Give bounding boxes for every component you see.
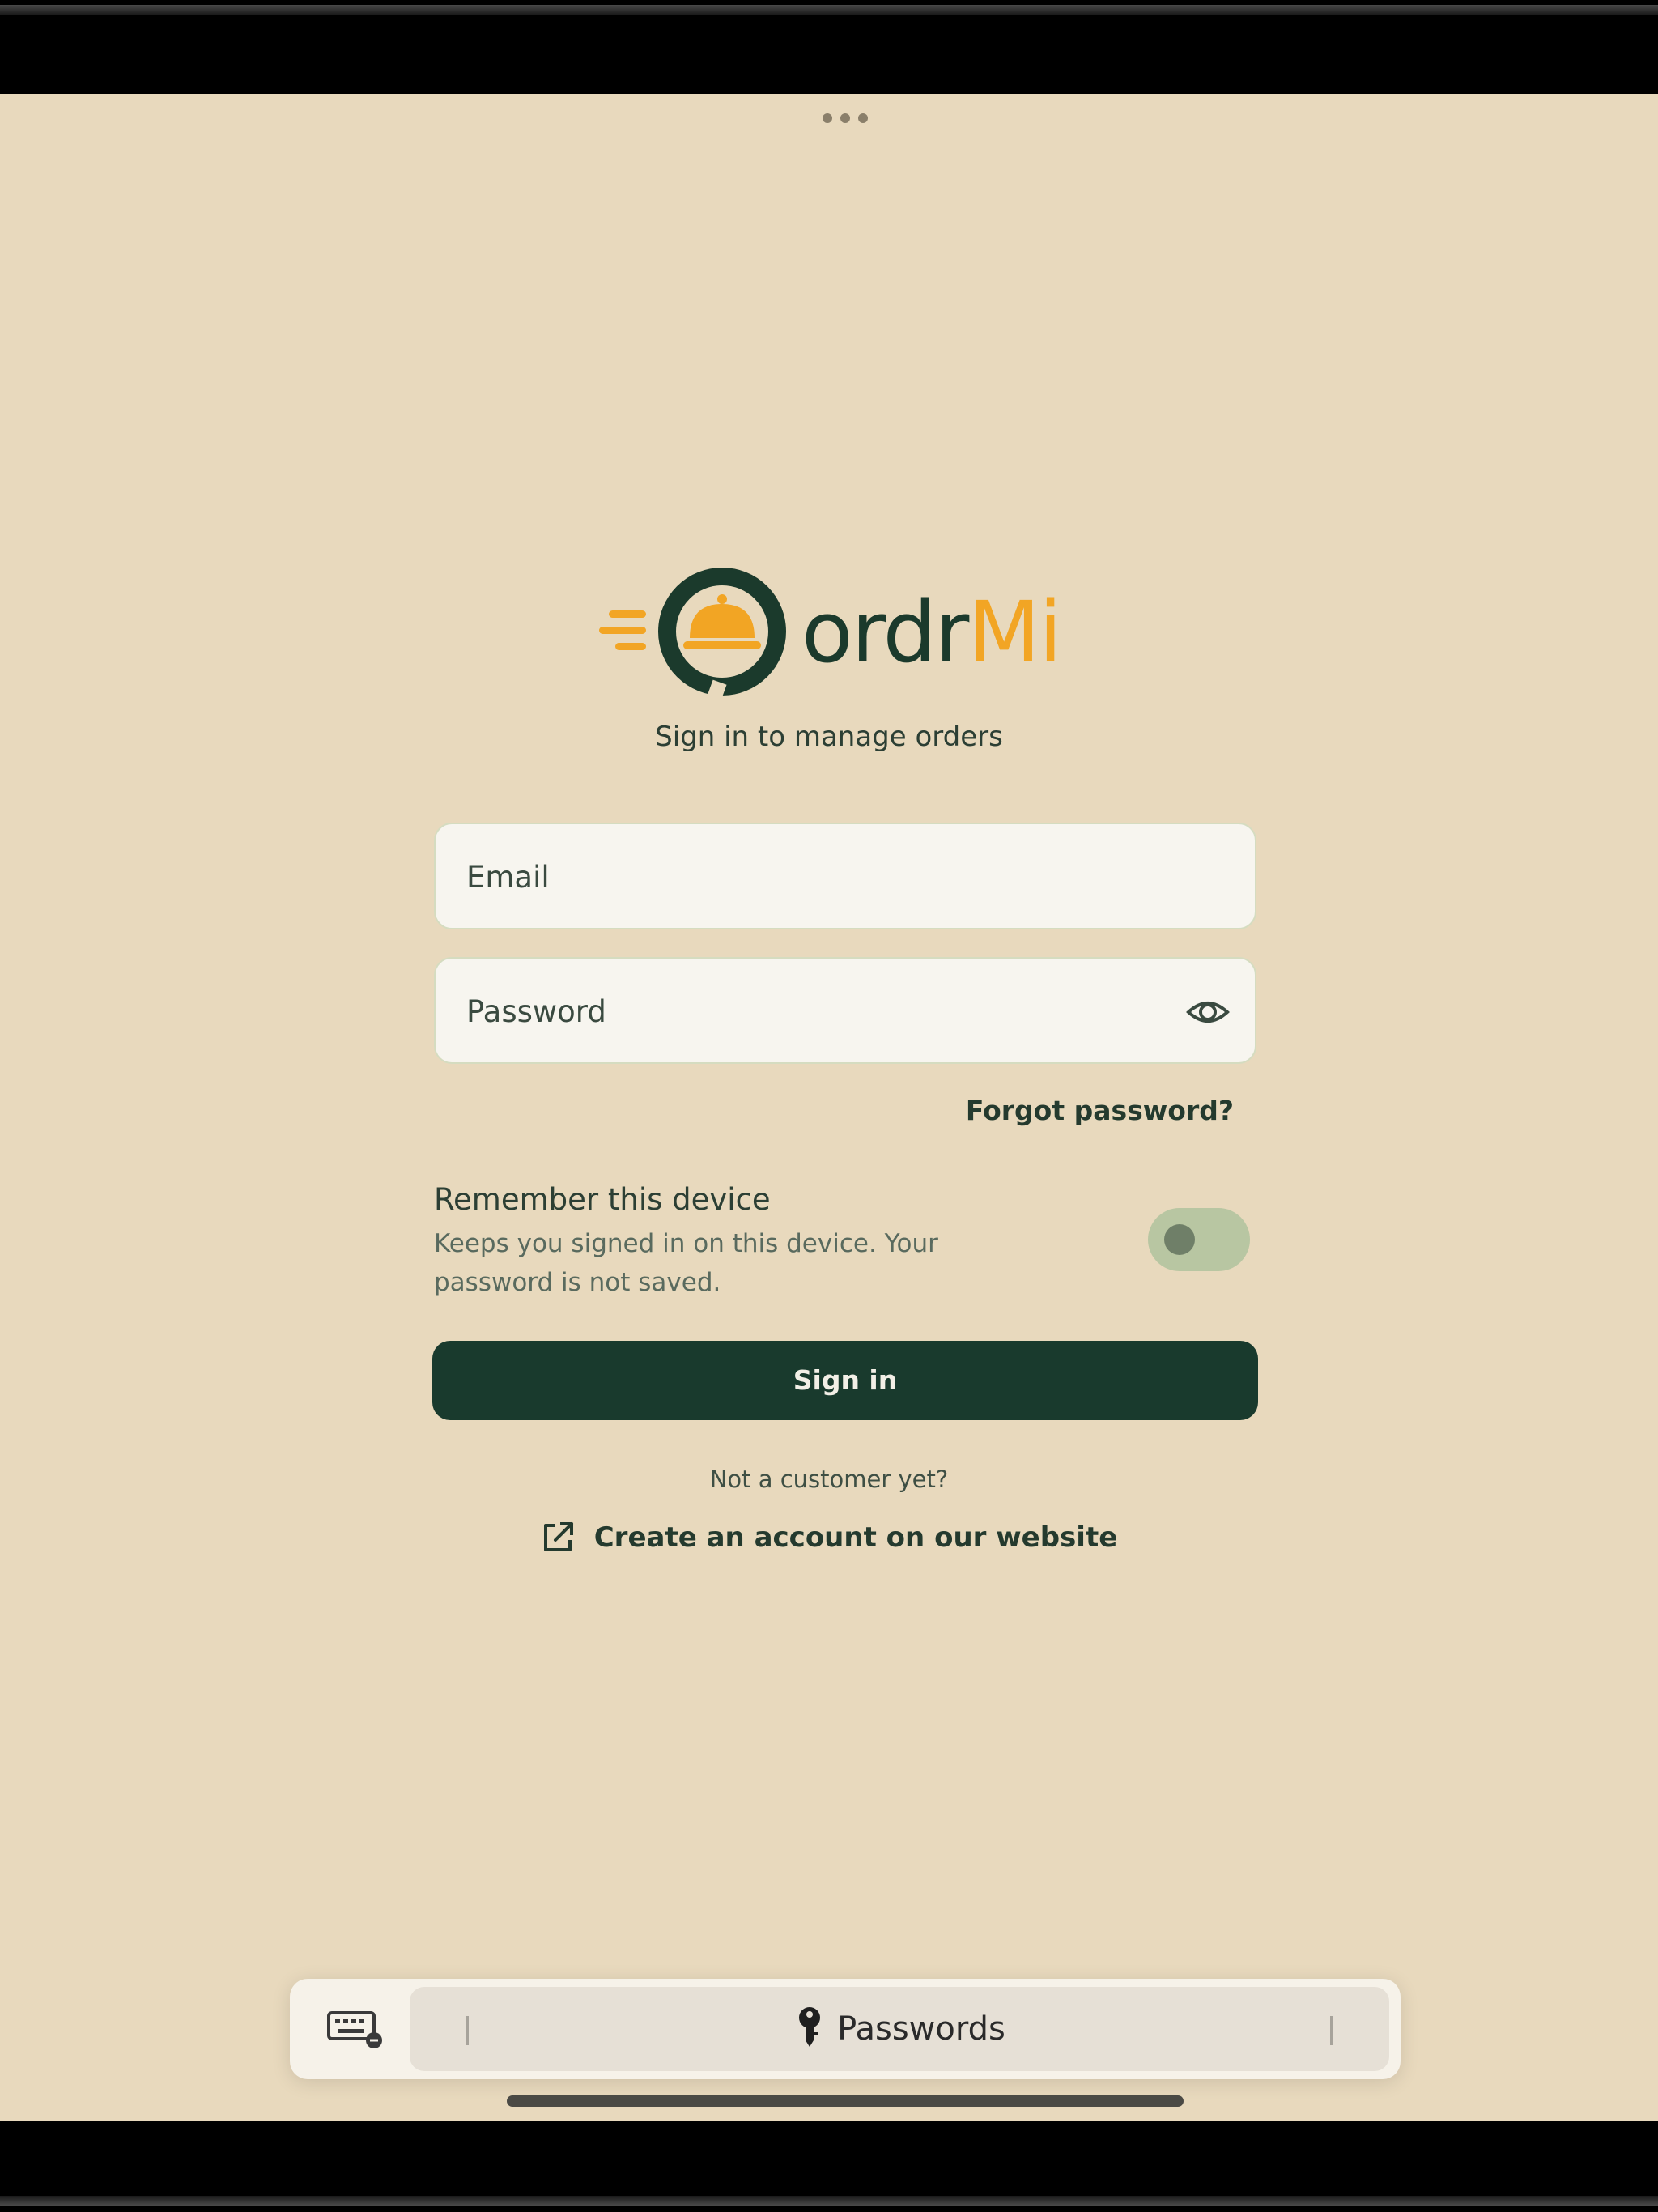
dot [840,113,850,123]
device-bezel-bottom [0,2121,1658,2212]
toggle-knob [1164,1224,1195,1255]
dot [858,113,868,123]
keyboard-icon[interactable] [327,2010,384,2050]
password-placeholder: Password [466,994,606,1029]
brand-wordmark: ordrMi [801,572,1062,693]
create-account-link[interactable]: Create an account on our website [0,1521,1658,1555]
remember-device-title: Remember this device [434,1182,771,1217]
dot [823,113,832,123]
service-bell-icon [599,568,786,704]
app-screen: ordrMi Sign in to manage orders Email Pa… [0,94,1658,2121]
external-link-icon [543,1522,573,1551]
page-subtitle: Sign in to manage orders [655,721,1003,753]
brand-name-part2: Mi [967,583,1062,682]
forgot-password-link[interactable]: Forgot password? [966,1095,1234,1126]
bezel-rim-top [0,5,1658,15]
keyboard-accessory-bar: Passwords [290,1979,1401,2079]
email-placeholder: Email [466,860,550,895]
key-icon [799,2007,821,2047]
device-bezel-top [0,0,1658,94]
not-customer-text: Not a customer yet? [709,1465,949,1493]
passwords-autofill-button[interactable]: Passwords [410,1987,1389,2071]
remember-device-toggle[interactable] [1148,1208,1250,1271]
brand-name-part1: ordr [801,583,969,682]
brand-logo: ordrMi [599,564,1085,709]
eye-icon[interactable] [1185,989,1231,1035]
passwords-label: Passwords [837,2010,1005,2048]
home-indicator[interactable] [507,2095,1184,2107]
remember-device-description: Keeps you signed in on this device. Your… [434,1229,938,1297]
sign-in-button[interactable]: Sign in [432,1341,1258,1420]
password-field[interactable]: Password [434,957,1256,1064]
multitasking-menu-button[interactable] [823,110,868,126]
email-field[interactable]: Email [434,823,1256,929]
bezel-rim-bottom [0,2196,1658,2206]
passwords-label-row: Passwords [410,1987,1389,2071]
create-account-label: Create an account on our website [593,1521,1118,1554]
